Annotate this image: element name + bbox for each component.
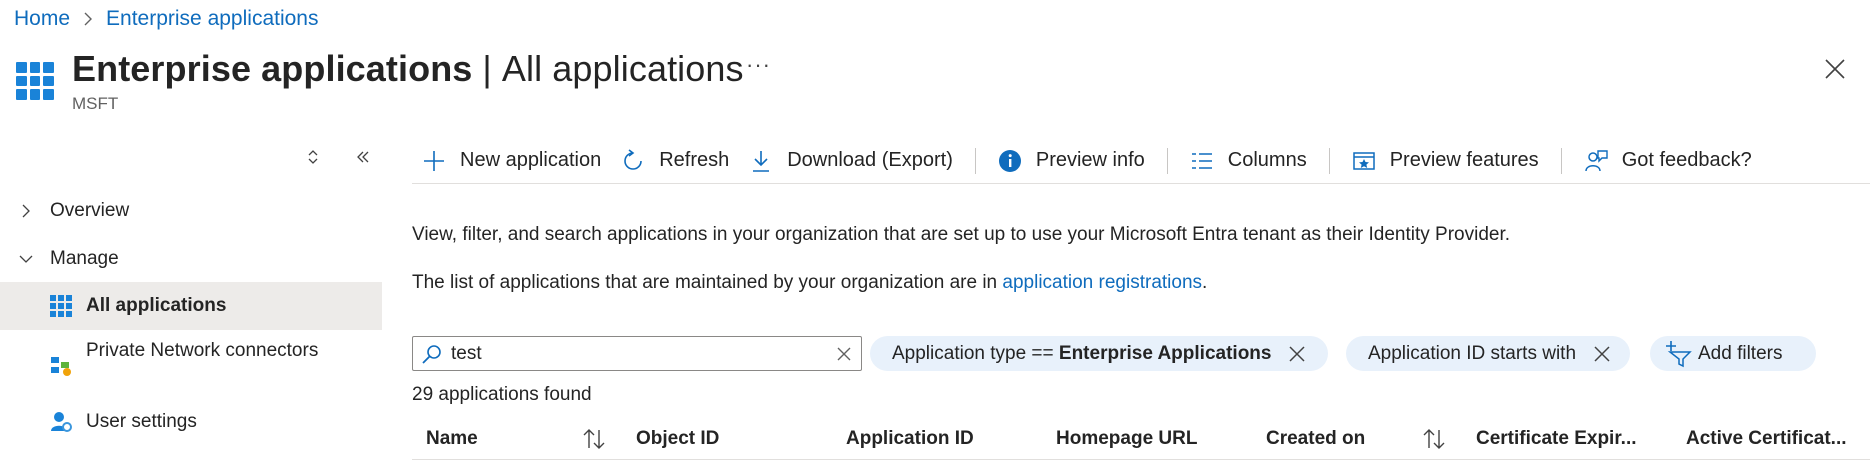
sidebar-item-label: User settings <box>86 411 197 432</box>
sidebar-item-all-applications[interactable]: All applications <box>0 282 382 330</box>
column-header-object-id[interactable]: Object ID <box>636 418 719 460</box>
sidebar-item-user-settings[interactable]: User settings <box>0 402 382 442</box>
toolbar-divider <box>974 147 976 174</box>
plus-icon <box>424 150 444 171</box>
sort-created-on-button[interactable] <box>1422 428 1446 450</box>
toolbar-divider <box>1166 147 1168 174</box>
download-export-label: Download (Export) <box>787 149 953 171</box>
chevron-right-icon <box>82 11 94 27</box>
search-input[interactable] <box>451 342 821 365</box>
filter-pill-label: Application type == <box>892 342 1054 364</box>
info-icon <box>998 149 1021 172</box>
sidebar-item-label: Overview <box>50 200 130 221</box>
column-header-active-certificate[interactable]: Active Certificat... <box>1686 418 1847 460</box>
search-icon <box>422 344 441 364</box>
note-suffix: . <box>1202 272 1208 293</box>
more-options-button[interactable]: ··· <box>746 52 771 78</box>
preview-features-button[interactable]: Preview features <box>1342 141 1549 181</box>
preview-info-label: Preview info <box>1035 149 1145 171</box>
network-connector-icon <box>50 355 72 377</box>
close-icon <box>1825 59 1845 79</box>
breadcrumb-current-link[interactable]: Enterprise applications <box>106 7 318 31</box>
nav-expand-collapse-button[interactable] <box>300 142 326 172</box>
sidebar-item-label: All applications <box>86 295 227 316</box>
sidebar-item-label: Private Network connectors <box>86 340 319 361</box>
enterprise-apps-grid-icon <box>16 62 54 100</box>
refresh-button[interactable]: Refresh <box>611 141 739 181</box>
column-header-application-id[interactable]: Application ID <box>846 418 974 460</box>
columns-label: Columns <box>1227 149 1307 171</box>
apps-grid-icon <box>50 295 72 317</box>
feedback-button[interactable]: Got feedback? <box>1574 141 1762 181</box>
remove-filter-icon[interactable] <box>1287 344 1307 364</box>
add-filter-icon <box>1666 340 1692 367</box>
filter-pill-label: Application ID starts with <box>1368 342 1577 364</box>
nav-toolbar <box>300 142 390 172</box>
filter-pill-application-id[interactable]: Application ID starts with <box>1346 336 1630 371</box>
sidebar-item-label: Manage <box>50 248 119 269</box>
filter-pill-application-type[interactable]: Application type == Enterprise Applicati… <box>870 336 1328 371</box>
column-header-certificate-expiry[interactable]: Certificate Expir... <box>1476 418 1637 460</box>
download-export-button[interactable]: Download (Export) <box>739 141 963 181</box>
app-registrations-note: The list of applications that are mainta… <box>412 272 1207 294</box>
double-chevron-left-icon <box>357 151 369 163</box>
refresh-icon <box>624 148 643 170</box>
refresh-label: Refresh <box>659 149 730 171</box>
sidebar-item-manage[interactable]: Manage <box>0 236 382 282</box>
preview-info-button[interactable]: Preview info <box>988 141 1155 181</box>
page-description: View, filter, and search applications in… <box>412 224 1511 245</box>
add-filters-button[interactable]: Add filters <box>1650 336 1816 371</box>
command-bar: New application Refresh Download (Export… <box>412 138 1870 184</box>
breadcrumb-home-link[interactable]: Home <box>14 7 70 31</box>
toolbar-divider <box>1560 147 1562 174</box>
filter-pill-value: Enterprise Applications <box>1058 342 1272 364</box>
column-header-homepage-url[interactable]: Homepage URL <box>1056 418 1197 460</box>
close-button[interactable] <box>1822 56 1848 82</box>
tenant-subtitle: MSFT <box>72 94 119 113</box>
sort-icon <box>583 429 605 449</box>
chevron-down-icon <box>18 251 34 267</box>
app-registrations-link[interactable]: application registrations <box>1002 272 1202 293</box>
page-title: Enterprise applications | All applications <box>72 48 744 90</box>
page-title-separator: | <box>482 48 492 89</box>
sidebar-item-private-network-connectors[interactable]: Private Network connectors <box>0 336 382 396</box>
chevron-right-icon <box>18 203 34 219</box>
search-box <box>412 336 862 371</box>
download-icon <box>753 150 770 172</box>
sidebar-item-overview[interactable]: Overview <box>0 188 382 234</box>
sort-icon <box>1423 429 1445 449</box>
breadcrumb: Home Enterprise applications <box>14 6 318 32</box>
toolbar-divider <box>1328 147 1330 174</box>
nav-collapse-button[interactable] <box>350 142 376 172</box>
clear-search-icon[interactable] <box>835 345 853 363</box>
column-header-created-on[interactable]: Created on <box>1266 418 1365 460</box>
remove-filter-icon[interactable] <box>1592 344 1612 364</box>
columns-icon <box>1191 152 1212 169</box>
add-filters-label: Add filters <box>1698 342 1783 364</box>
new-application-label: New application <box>460 149 602 171</box>
feedback-label: Got feedback? <box>1621 149 1752 171</box>
column-header-name[interactable]: Name <box>426 418 478 460</box>
note-prefix: The list of applications that are mainta… <box>412 272 998 293</box>
feedback-icon <box>1584 149 1608 171</box>
page-title-section: All applications <box>501 48 744 89</box>
table-header: Name Object ID Application ID Homepage U… <box>412 418 1870 460</box>
preview-features-label: Preview features <box>1389 149 1539 171</box>
chevron-up-down-icon <box>308 150 318 164</box>
new-application-button[interactable]: New application <box>412 141 611 181</box>
user-settings-icon <box>50 411 72 433</box>
preview-features-icon <box>1352 151 1375 170</box>
sort-name-button[interactable] <box>582 428 606 450</box>
columns-button[interactable]: Columns <box>1180 141 1317 181</box>
page-title-main: Enterprise applications <box>72 48 473 89</box>
results-count: 29 applications found <box>412 384 592 405</box>
